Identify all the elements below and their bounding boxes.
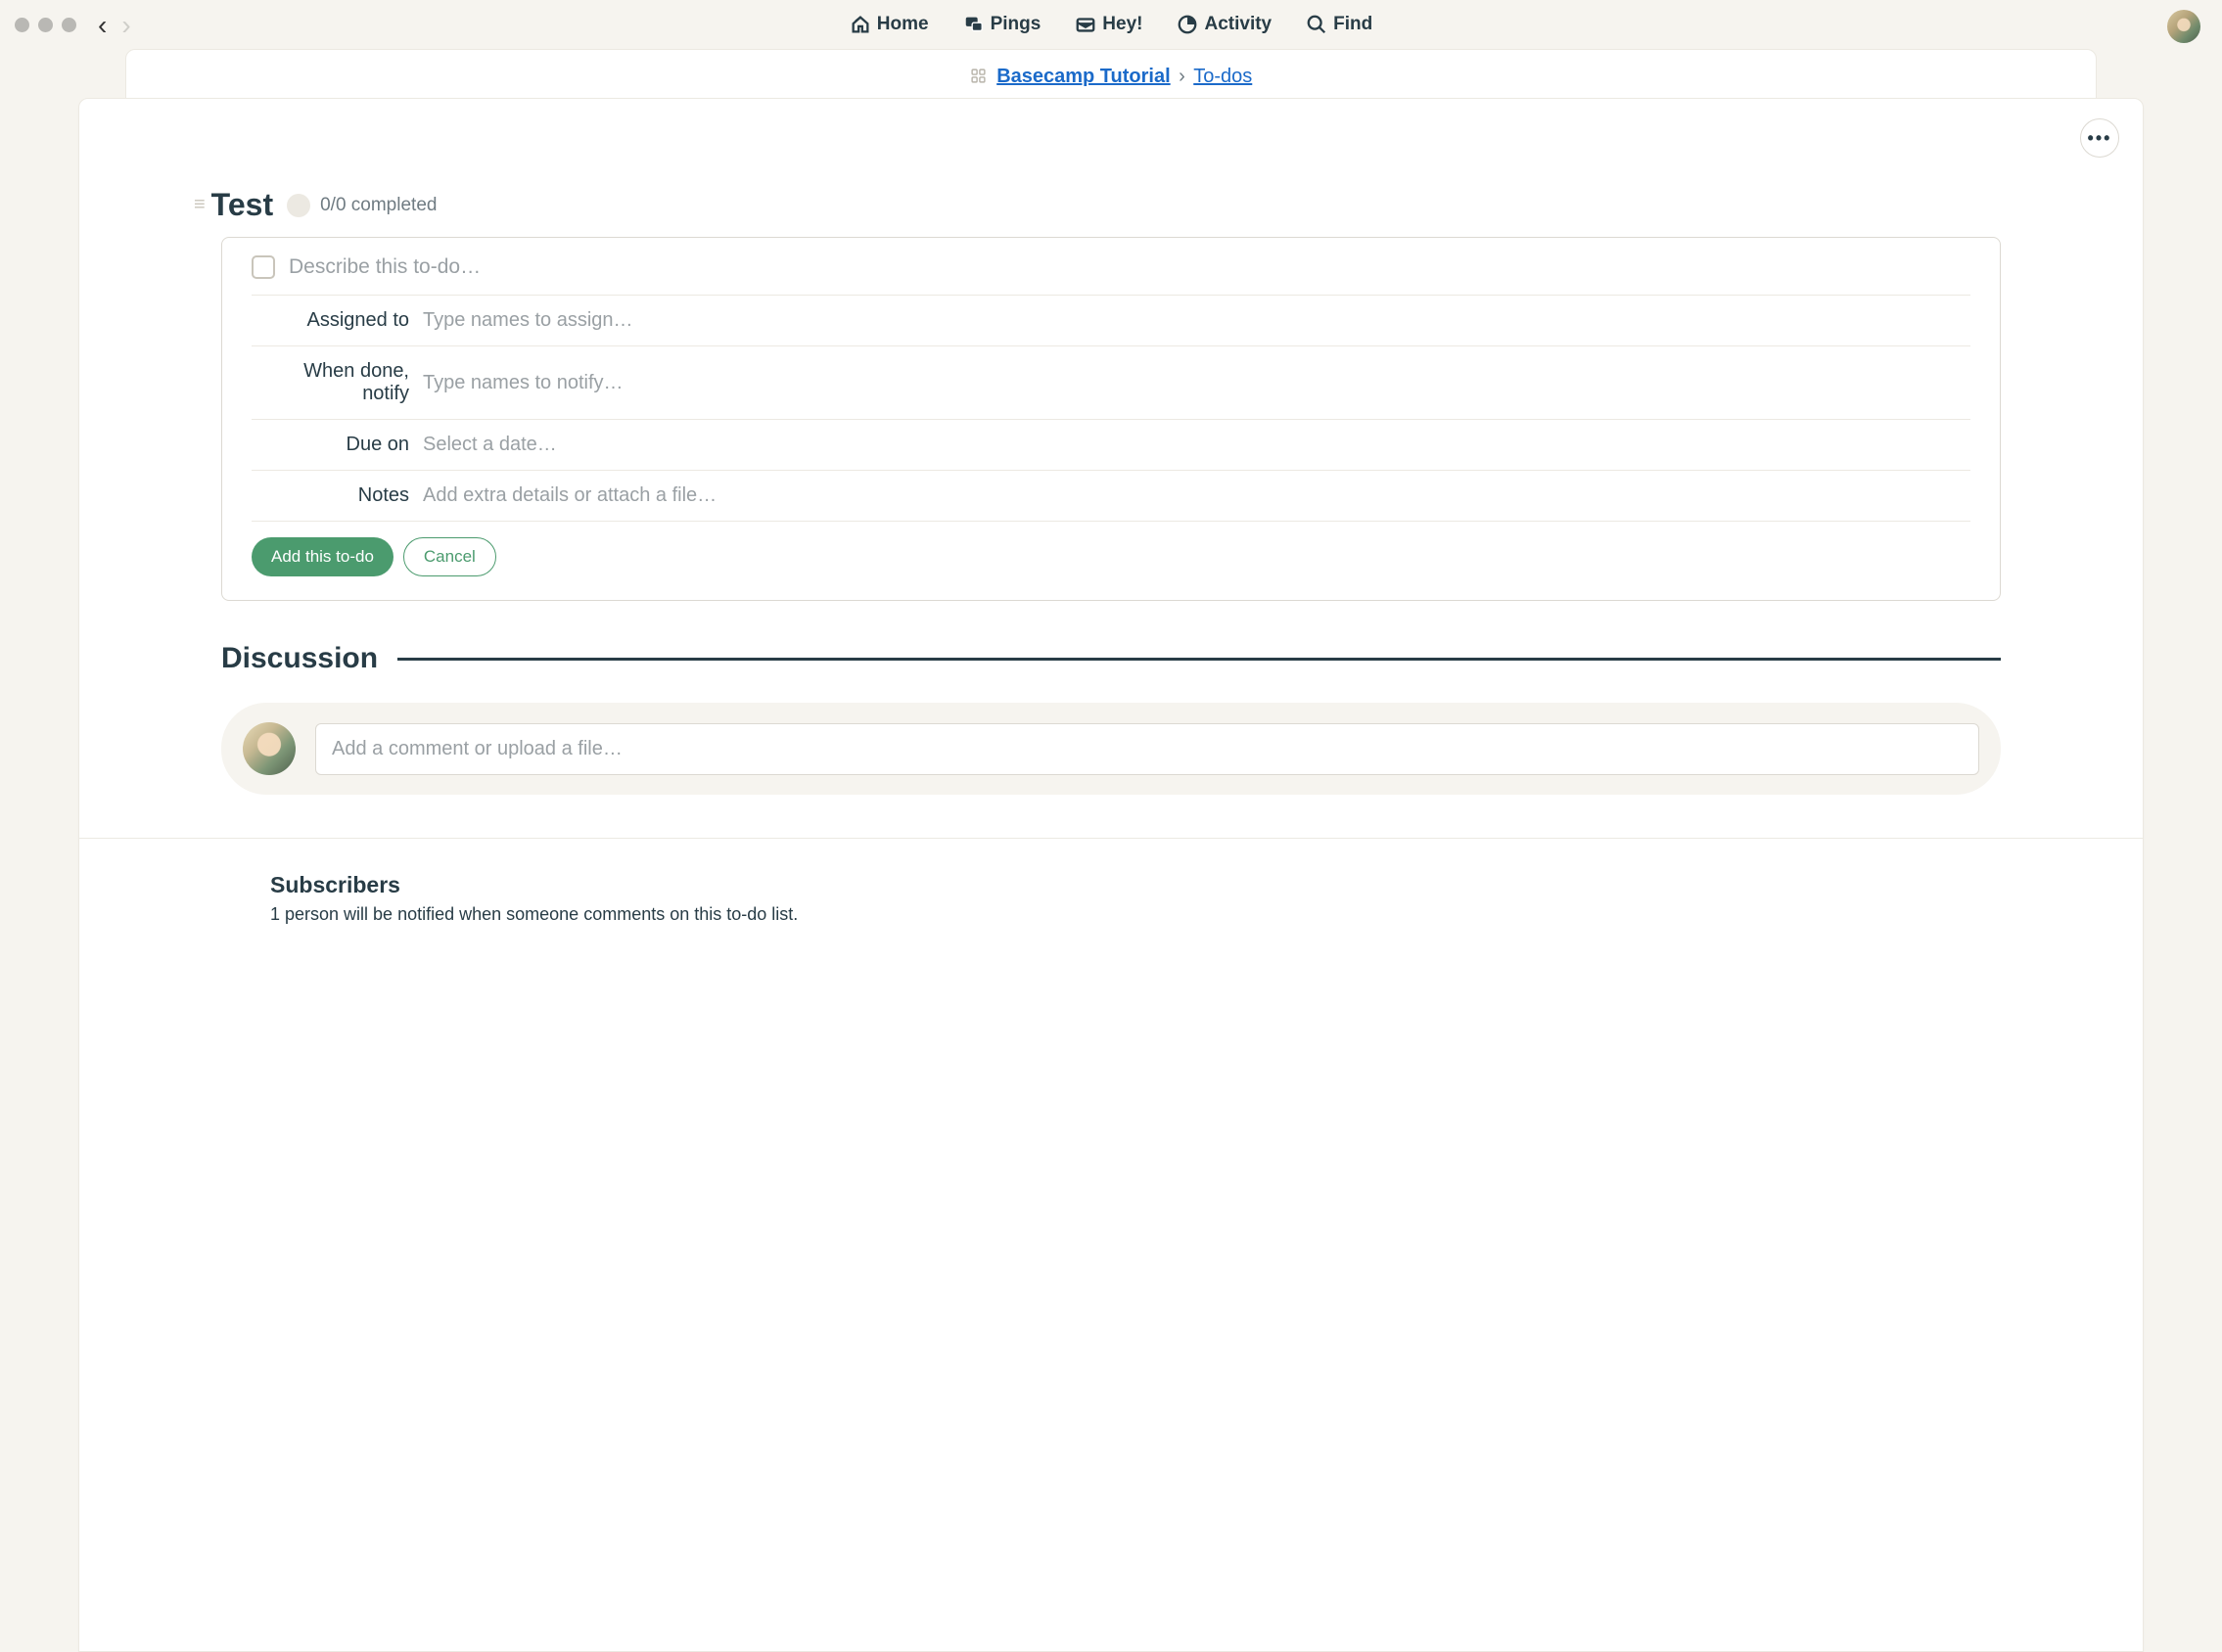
home-icon: [850, 14, 871, 35]
subscribers-section: Subscribers 1 person will be notified wh…: [270, 872, 2001, 925]
notes-input[interactable]: [423, 484, 1970, 507]
assigned-to-row: Assigned to: [252, 296, 1970, 346]
top-nav: Home Pings Hey! Activity Find: [0, 14, 2222, 35]
discussion-title: Discussion: [221, 642, 378, 675]
todo-description-input[interactable]: [289, 255, 1970, 279]
list-header: ≡ Test 0/0 completed: [221, 187, 2001, 223]
nav-find-label: Find: [1333, 14, 1372, 35]
due-on-input[interactable]: [423, 434, 1970, 456]
commenter-avatar[interactable]: [243, 722, 296, 775]
form-actions: Add this to-do Cancel: [252, 537, 1970, 576]
divider-line: [397, 658, 2001, 661]
comment-input-box[interactable]: [315, 723, 1979, 775]
comment-composer: [221, 703, 2001, 795]
notify-label: When done, notify: [252, 360, 423, 405]
subscribers-text: 1 person will be notified when someone c…: [270, 904, 2001, 925]
section-divider: [79, 838, 2143, 839]
comment-input[interactable]: [332, 738, 1963, 760]
progress-text: 0/0 completed: [320, 195, 437, 216]
breadcrumb-section-link[interactable]: To-dos: [1193, 66, 1252, 87]
nav-hey[interactable]: Hey!: [1075, 14, 1142, 35]
nav-home[interactable]: Home: [850, 14, 929, 35]
main-panel: ••• ≡ Test 0/0 completed Assigned to Whe…: [78, 98, 2144, 1652]
nav-hey-label: Hey!: [1102, 14, 1142, 35]
breadcrumb-project-link[interactable]: Basecamp Tutorial: [996, 66, 1170, 87]
nav-activity-label: Activity: [1204, 14, 1272, 35]
due-on-label: Due on: [252, 434, 423, 456]
notify-input[interactable]: [423, 372, 1970, 394]
subscribers-title: Subscribers: [270, 872, 2001, 898]
notes-label: Notes: [252, 484, 423, 507]
pings-icon: [963, 14, 985, 35]
todo-description-row: [252, 255, 1970, 296]
todo-list-area: ≡ Test 0/0 completed Assigned to When do…: [221, 187, 2001, 601]
hey-icon: [1075, 14, 1096, 35]
discussion-section: Discussion: [221, 642, 2001, 795]
assigned-to-input[interactable]: [423, 309, 1970, 332]
add-todo-button[interactable]: Add this to-do: [252, 537, 393, 576]
cancel-button[interactable]: Cancel: [403, 537, 496, 576]
nav-pings[interactable]: Pings: [963, 14, 1042, 35]
find-icon: [1306, 14, 1327, 35]
nav-pings-label: Pings: [991, 14, 1042, 35]
more-options-button[interactable]: •••: [2080, 118, 2119, 158]
nav-find[interactable]: Find: [1306, 14, 1372, 35]
progress-circle-icon: [287, 194, 310, 217]
notify-row: When done, notify: [252, 346, 1970, 420]
discussion-header: Discussion: [221, 642, 2001, 675]
todo-checkbox[interactable]: [252, 255, 275, 279]
assigned-to-label: Assigned to: [252, 309, 423, 332]
notes-row: Notes: [252, 471, 1970, 522]
list-title[interactable]: Test: [211, 187, 273, 223]
activity-icon: [1177, 14, 1198, 35]
due-on-row: Due on: [252, 420, 1970, 471]
nav-home-label: Home: [877, 14, 929, 35]
new-todo-form: Assigned to When done, notify Due on Not…: [221, 237, 2001, 601]
grid-icon[interactable]: [970, 68, 987, 89]
user-avatar[interactable]: [2167, 10, 2200, 43]
breadcrumb-separator: ›: [1175, 66, 1189, 87]
drag-handle-icon[interactable]: ≡: [194, 194, 202, 216]
nav-activity[interactable]: Activity: [1177, 14, 1272, 35]
